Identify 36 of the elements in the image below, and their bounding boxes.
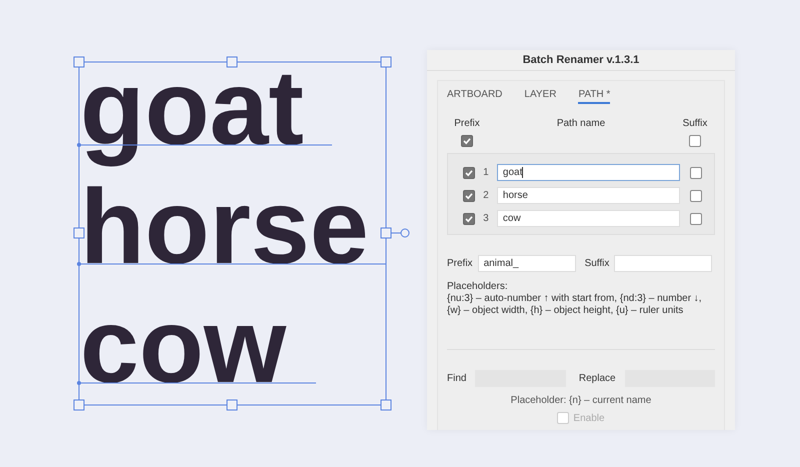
text-cursor [522,167,524,178]
canvas-text: cow [80,287,286,406]
column-label: Suffix [682,118,708,129]
checkbox[interactable] [690,166,702,178]
row-number: 1 [482,167,490,178]
selection-drawing[interactable] [74,56,410,410]
tab[interactable]: LAYER [524,89,556,104]
help-text: {w} – object width, {h} – object height, {u} – ruler units [447,305,684,317]
field-label: Prefix [447,258,473,269]
field-label: Replace [578,373,616,384]
help-text: Placeholder: {n} – current name [510,395,652,406]
checkbox[interactable] [463,190,475,202]
field-label: Suffix [584,258,610,269]
checkbox[interactable] [690,212,702,224]
column-label: Prefix [453,118,481,129]
help-text: {nu:3} – auto-number ↑ with start from, {nd:3} – number ↓, [447,293,703,305]
field-label: Find [447,373,466,384]
checkbox[interactable] [689,135,701,147]
checkbox[interactable] [461,135,473,147]
canvas-text: horse [80,168,369,287]
suffix-field[interactable] [614,255,712,272]
checkbox[interactable] [463,212,475,224]
window-title: Batch Renamer v.1.3.1 [427,50,735,71]
canvas-text: goat [80,49,304,168]
name-field[interactable]: horse [496,187,680,204]
row-number: 2 [482,190,490,201]
name-field[interactable]: goat [496,164,680,181]
row-number: 3 [482,213,490,224]
name-field[interactable]: cow [496,210,680,227]
checkbox[interactable] [463,166,475,178]
column-label: Path name [556,118,606,129]
tab[interactable]: ARTBOARD [447,89,502,104]
prefix-field[interactable]: animal_ [478,255,576,272]
checkbox[interactable] [690,190,702,202]
help-text: Placeholders: [447,281,509,293]
tab[interactable]: PATH * [578,89,610,104]
